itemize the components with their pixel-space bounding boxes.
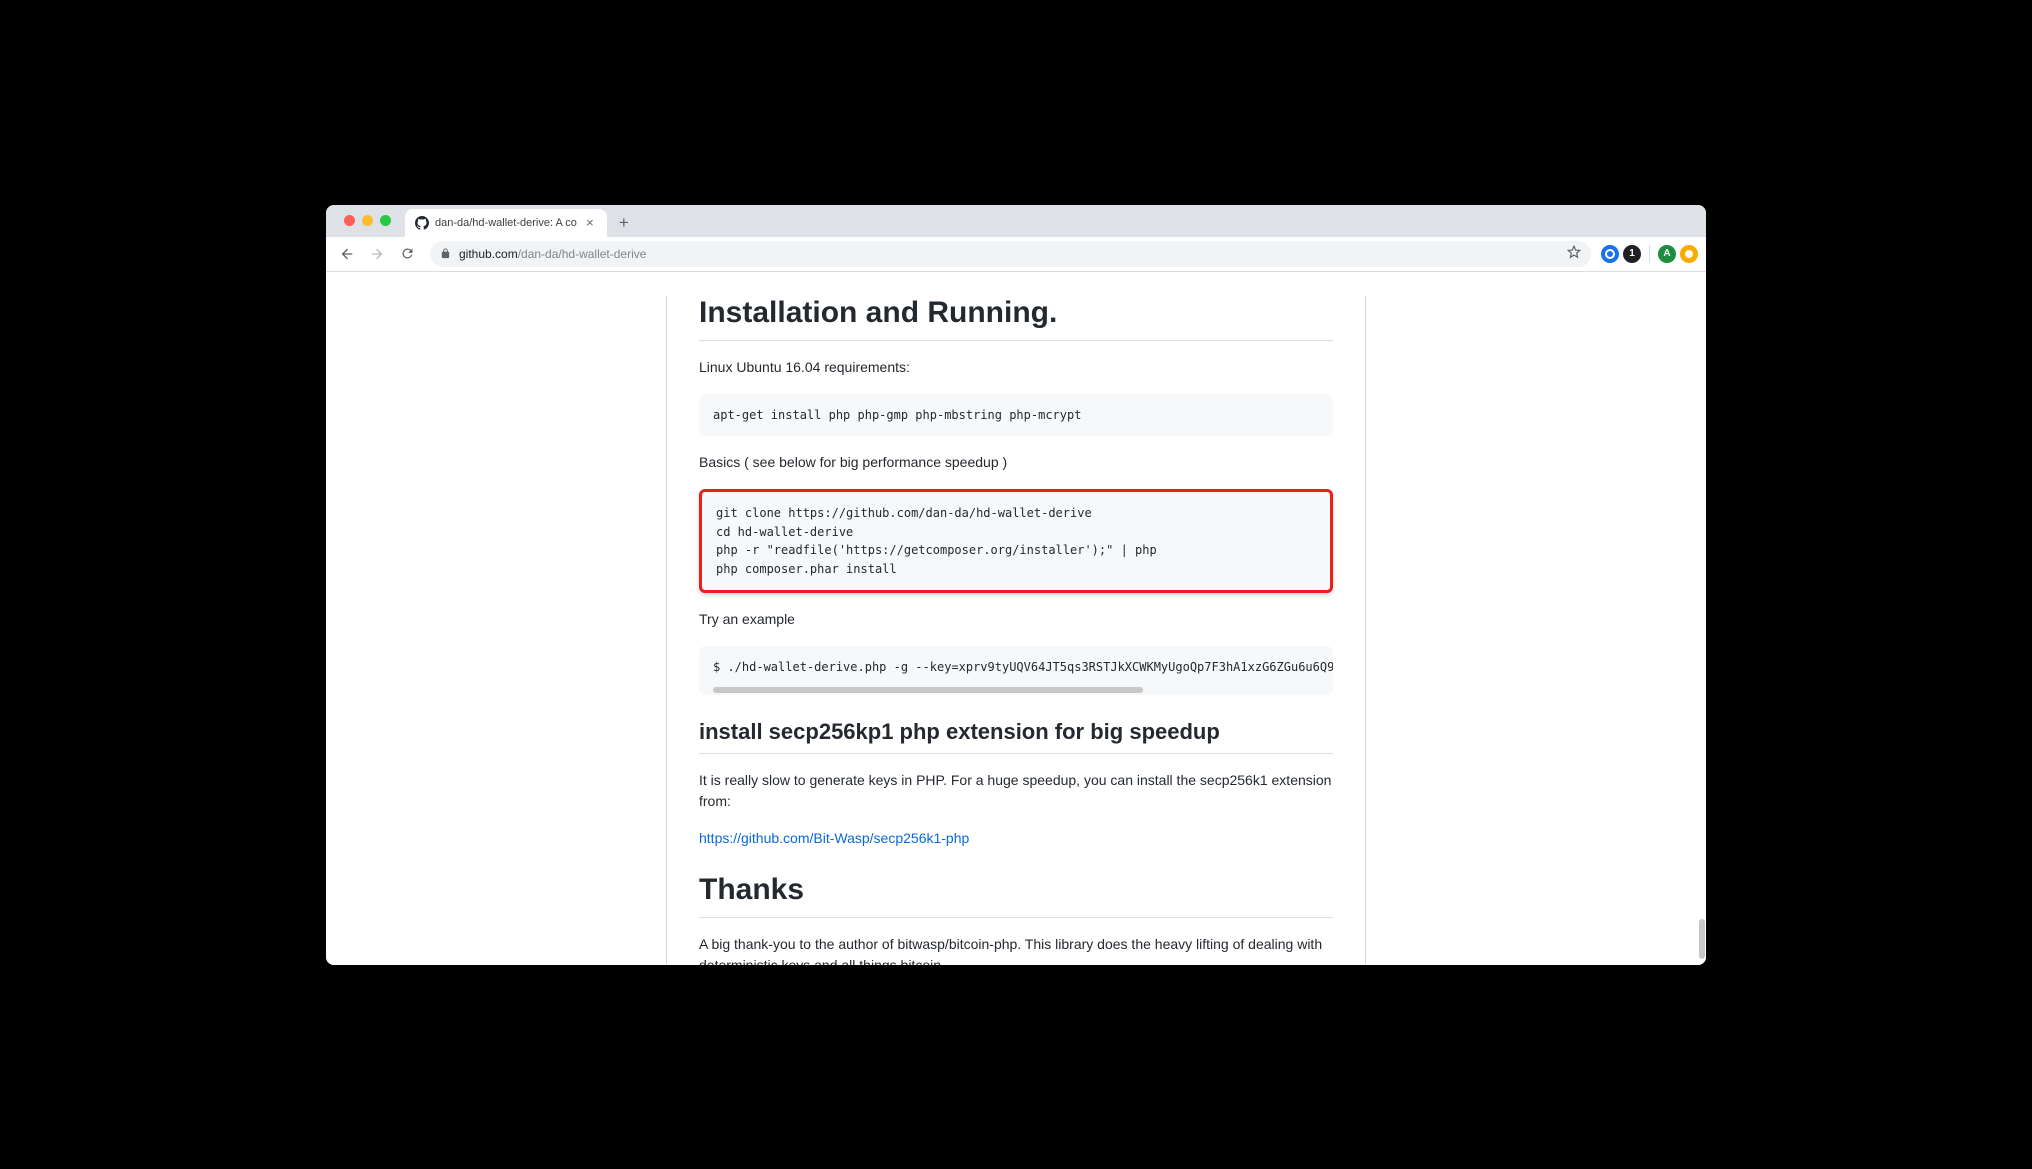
profile-avatar[interactable]: A	[1658, 245, 1676, 263]
heading-thanks: Thanks	[699, 873, 1333, 918]
code-block-requirements[interactable]: apt-get install php php-gmp php-mbstring…	[699, 394, 1333, 437]
maximize-window-button[interactable]	[380, 215, 391, 226]
browser-window: dan-da/hd-wallet-derive: A co × + github…	[326, 205, 1706, 965]
link-secp256k1-php[interactable]: https://github.com/Bit-Wasp/secp256k1-ph…	[699, 830, 969, 846]
text-secp256k1: It is really slow to generate keys in PH…	[699, 770, 1333, 812]
reload-button[interactable]	[394, 241, 420, 267]
browser-toolbar: github.com/dan-da/hd-wallet-derive 1 A	[326, 237, 1706, 272]
minimize-window-button[interactable]	[362, 215, 373, 226]
url-text: github.com/dan-da/hd-wallet-derive	[459, 247, 646, 261]
text-thanks: A big thank-you to the author of bitwasp…	[699, 934, 1333, 964]
heading-installation: Installation and Running.	[699, 296, 1333, 341]
text-try-example: Try an example	[699, 609, 1333, 630]
toolbar-separator	[1649, 245, 1650, 263]
github-favicon-icon	[415, 216, 429, 230]
tab-title: dan-da/hd-wallet-derive: A co	[435, 217, 577, 229]
readme-content: Installation and Running. Linux Ubuntu 1…	[699, 296, 1333, 965]
code-block-example[interactable]: $ ./hd-wallet-derive.php -g --key=xprv9t…	[699, 646, 1333, 695]
code-block-basics[interactable]: git clone https://github.com/dan-da/hd-w…	[699, 489, 1333, 593]
extension-icon-3[interactable]	[1680, 245, 1698, 263]
page-content[interactable]: Installation and Running. Linux Ubuntu 1…	[326, 272, 1706, 965]
address-bar[interactable]: github.com/dan-da/hd-wallet-derive	[430, 241, 1591, 267]
text-basics: Basics ( see below for big performance s…	[699, 452, 1333, 473]
vertical-scrollbar[interactable]	[1699, 919, 1705, 959]
back-button[interactable]	[334, 241, 360, 267]
tab-bar: dan-da/hd-wallet-derive: A co × +	[326, 205, 1706, 237]
extension-icon-1[interactable]	[1601, 245, 1619, 263]
bookmark-star-icon[interactable]	[1567, 245, 1581, 262]
horizontal-scrollbar[interactable]	[713, 687, 1143, 693]
extension-icon-2[interactable]: 1	[1623, 245, 1641, 263]
heading-secp256k1: install secp256kp1 php extension for big…	[699, 719, 1333, 754]
text-requirements: Linux Ubuntu 16.04 requirements:	[699, 357, 1333, 378]
new-tab-button[interactable]: +	[611, 210, 637, 236]
close-tab-button[interactable]: ×	[583, 216, 597, 230]
lock-icon	[440, 248, 451, 259]
forward-button[interactable]	[364, 241, 390, 267]
close-window-button[interactable]	[344, 215, 355, 226]
browser-tab[interactable]: dan-da/hd-wallet-derive: A co ×	[405, 209, 607, 237]
window-controls	[334, 205, 401, 237]
